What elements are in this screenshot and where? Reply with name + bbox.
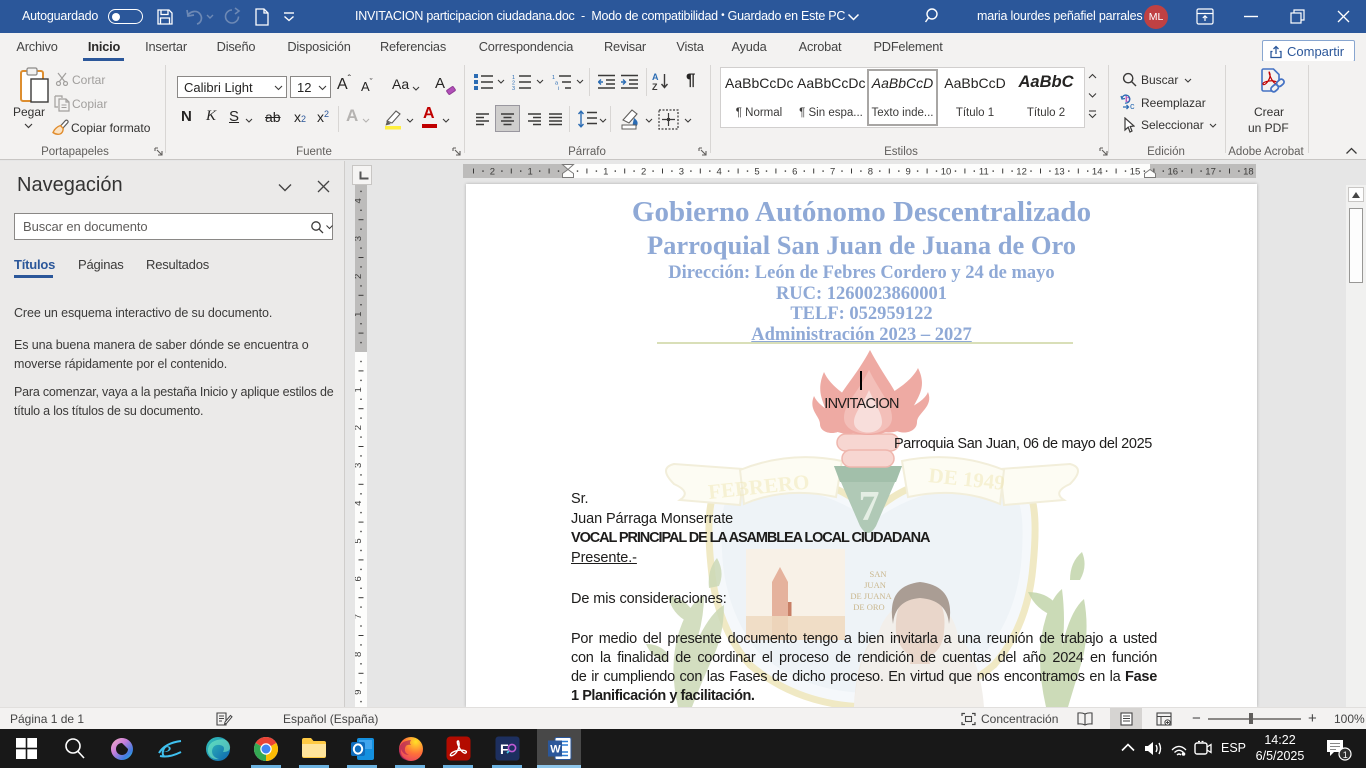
svg-text:14: 14 [1092,167,1103,178]
svg-text:8: 8 [355,652,364,657]
svg-text:7: 7 [355,614,364,619]
svg-text:1: 1 [355,312,364,317]
svg-text:2: 2 [641,167,646,178]
svg-text:1: 1 [1343,750,1348,760]
svg-text:3: 3 [679,167,684,178]
svg-text:2: 2 [355,274,364,279]
svg-text:9: 9 [355,690,364,695]
svg-text:13: 13 [1054,167,1065,178]
svg-text:4: 4 [355,198,364,203]
svg-text:6: 6 [355,576,364,581]
svg-text:2: 2 [490,167,495,178]
svg-text:1: 1 [528,167,533,178]
svg-text:W: W [550,744,561,756]
svg-text:8: 8 [868,167,873,178]
svg-text:F: F [500,741,509,757]
svg-text:i: i [558,86,559,90]
svg-text:10: 10 [941,167,952,178]
svg-text:2: 2 [355,425,364,430]
svg-text:4: 4 [717,167,722,178]
svg-text:11: 11 [979,167,989,178]
svg-text:3: 3 [355,236,364,241]
svg-text:15: 15 [1130,167,1141,178]
svg-text:6: 6 [792,167,797,178]
svg-text:1: 1 [603,167,608,178]
svg-text:4: 4 [355,501,364,506]
svg-text:Z: Z [652,82,658,91]
svg-text:1: 1 [355,387,364,392]
svg-text:c: c [1130,101,1135,111]
svg-text:12: 12 [1016,167,1027,178]
svg-text:5: 5 [754,167,759,178]
svg-text:7: 7 [830,167,835,178]
svg-text:17: 17 [1205,167,1216,178]
svg-text:3: 3 [512,86,515,90]
svg-text:16: 16 [1168,167,1179,178]
svg-text:9: 9 [906,167,911,178]
svg-text:5: 5 [355,538,364,543]
svg-text:3: 3 [355,463,364,468]
svg-text:A: A [652,72,659,82]
svg-text:18: 18 [1243,167,1254,178]
